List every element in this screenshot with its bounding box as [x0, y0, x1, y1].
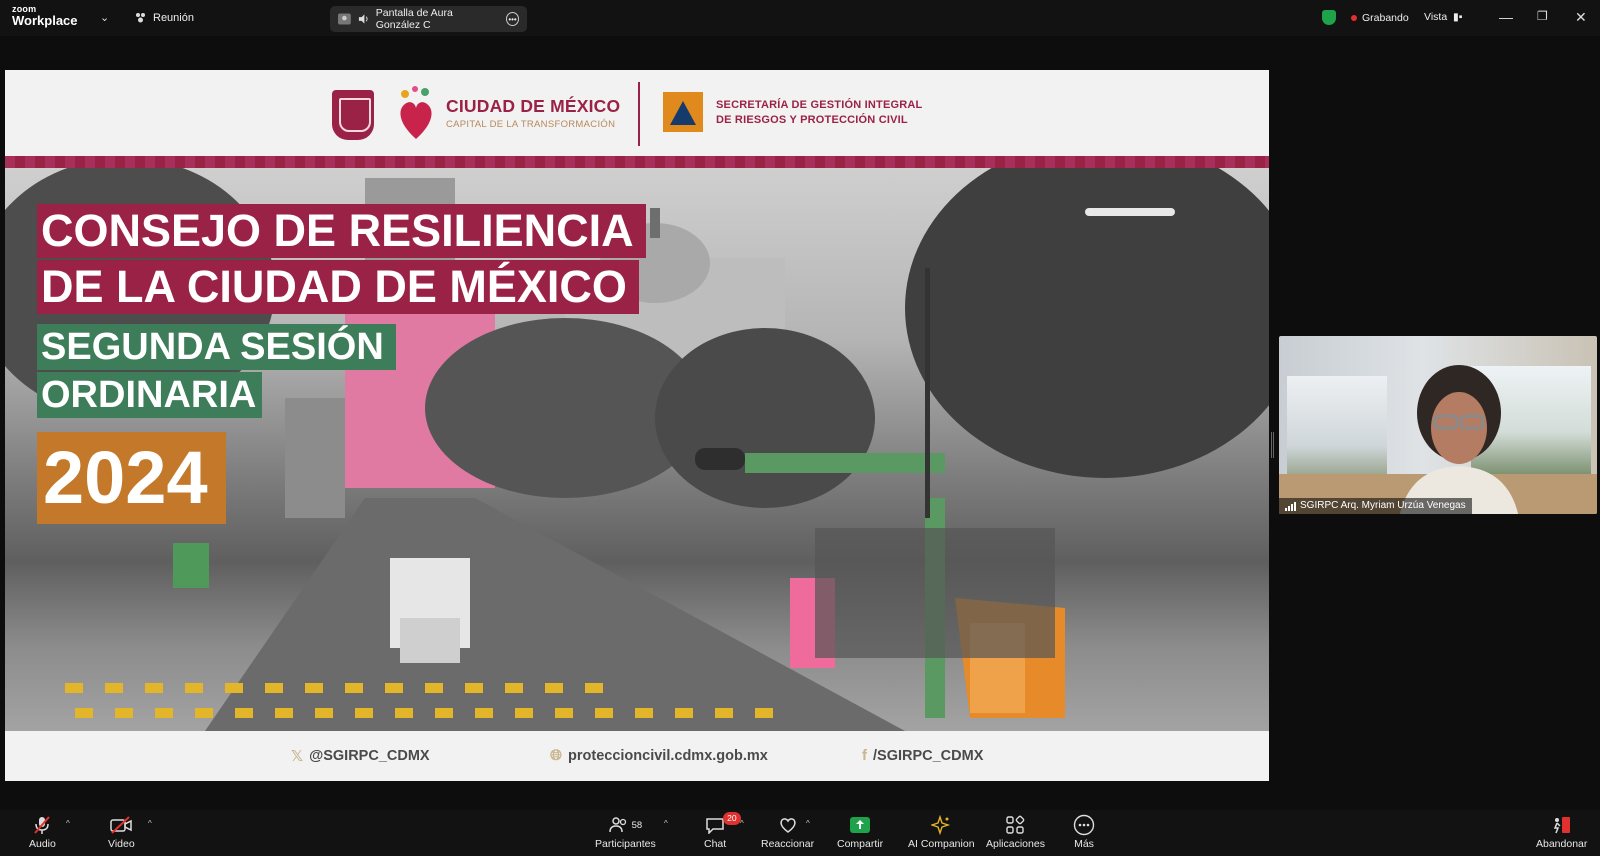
more-label: Más [1074, 838, 1094, 850]
slide-title-line-1: CONSEJO DE RESILIENCIA [37, 204, 646, 258]
apps-button[interactable]: Aplicaciones [986, 814, 1045, 850]
secretariat-name: SECRETARÍA DE GESTIÓN INTEGRAL DE RIESGO… [716, 98, 922, 128]
leave-button[interactable]: Abandonar [1536, 814, 1587, 850]
ai-companion-button[interactable]: AI Companion [908, 814, 975, 850]
shared-slide: CIUDAD DE MÉXICO CAPITAL DE LA TRANSFORM… [5, 70, 1269, 781]
view-label: Vista [1424, 11, 1448, 23]
participants-label: Participantes [595, 838, 656, 850]
panel-resize-handle[interactable] [1271, 432, 1274, 458]
x-logo-icon: 𝕏 [291, 748, 304, 765]
leave-door-icon [1553, 817, 1570, 834]
view-button[interactable]: Vista ▮▪ [1424, 11, 1463, 23]
video-options-chevron-icon[interactable]: ^ [148, 819, 152, 828]
globe-icon: 🌐︎ [550, 747, 563, 764]
meeting-toolbar: Audio ^ Video ^ 58 Participantes ^ 20 Ch… [0, 810, 1600, 856]
audio-button[interactable]: Audio [29, 814, 56, 850]
slide-subtitle-line-1: SEGUNDA SESIÓN [37, 324, 396, 370]
meeting-info-button[interactable]: Reunión [134, 11, 194, 24]
pattern-band [5, 156, 1269, 168]
website-text: proteccioncivil.cdmx.gob.mx [568, 747, 768, 764]
screen-share-indicator[interactable]: Pantalla de Aura González C ••• [330, 6, 527, 32]
top-bar: zoom Workplace ⌄ Reunión Pantalla de Aur… [0, 0, 1600, 36]
secretariat-line-1: SECRETARÍA DE GESTIÓN INTEGRAL [716, 99, 923, 111]
participants-button[interactable]: 58 Participantes [595, 814, 656, 850]
zoom-workplace-logo[interactable]: zoom Workplace [12, 5, 78, 28]
camera-off-icon [110, 816, 133, 834]
video-background-window [1287, 376, 1387, 476]
participant-video-tile[interactable]: SGIRPC Arq. Myriam Urzúa Venegas [1279, 336, 1597, 514]
org-tagline: CAPITAL DE LA TRANSFORMACIÓN [446, 119, 616, 130]
more-dots-icon [1073, 814, 1095, 836]
leave-label: Abandonar [1536, 838, 1588, 850]
view-layout-icon: ▮▪ [1450, 11, 1463, 23]
slide-year: 2024 [37, 432, 226, 524]
participants-count: 58 [631, 819, 643, 831]
org-name: CIUDAD DE MÉXICO [446, 96, 621, 116]
share-label: Pantalla de Aura González C [375, 7, 453, 31]
civil-protection-logo-icon [663, 92, 703, 132]
slide-title-line-2: DE LA CIUDAD DE MÉXICO [37, 260, 639, 314]
connection-signal-icon [1285, 501, 1296, 511]
chat-unread-badge: 20 [723, 812, 741, 825]
cdmx-seal-icon [332, 90, 374, 140]
header-divider [638, 82, 640, 146]
heart-emblem-icon [400, 86, 432, 139]
participants-icon [608, 817, 626, 833]
apps-grid-icon [1006, 815, 1025, 834]
participants-options-chevron-icon[interactable]: ^ [664, 819, 668, 828]
slide-header: CIUDAD DE MÉXICO CAPITAL DE LA TRANSFORM… [5, 70, 1269, 156]
chat-button[interactable]: 20 Chat [704, 812, 741, 850]
meeting-label: Reunión [153, 11, 194, 24]
chat-label: Chat [704, 838, 727, 850]
react-label: Reaccionar [761, 838, 815, 850]
facebook-text: /SGIRPC_CDMX [873, 747, 984, 764]
more-options-icon[interactable]: ••• [506, 12, 519, 26]
share-screen-button[interactable]: Compartir [837, 814, 883, 850]
minimize-icon[interactable]: — [1499, 9, 1513, 25]
x-handle-text: @SGIRPC_CDMX [309, 748, 430, 764]
brand-bottom: Workplace [12, 13, 78, 28]
chevron-down-icon[interactable]: ⌄ [100, 11, 109, 24]
microphone-muted-icon [34, 816, 51, 834]
more-button[interactable]: Más [1073, 814, 1095, 850]
video-button[interactable]: Video [108, 814, 135, 850]
chat-options-chevron-icon[interactable]: ^ [740, 819, 744, 828]
close-icon[interactable]: ✕ [1575, 9, 1587, 26]
share-screen-icon [850, 817, 871, 833]
secretariat-line-2: DE RIESGOS Y PROTECCIÓN CIVIL [716, 114, 908, 126]
sparkle-icon [931, 815, 951, 835]
heart-icon [779, 818, 796, 833]
presenter-avatar-icon [338, 13, 351, 25]
recording-indicator[interactable]: Grabando [1351, 12, 1409, 24]
chat-icon [706, 818, 724, 834]
slide-subtitle-line-2: ORDINARIA [37, 372, 263, 418]
participant-figure [1400, 365, 1518, 514]
share-label: Compartir [837, 838, 884, 850]
audio-label: Audio [29, 838, 56, 850]
speaker-icon [358, 14, 368, 24]
apps-label: Aplicaciones [986, 838, 1045, 850]
slide-footer: 𝕏 @SGIRPC_CDMX 🌐︎ proteccioncivil.cdmx.g… [5, 731, 1269, 781]
footer-website: 🌐︎ proteccioncivil.cdmx.gob.mx [550, 747, 768, 764]
footer-x-handle: 𝕏 @SGIRPC_CDMX [291, 747, 430, 765]
audio-options-chevron-icon[interactable]: ^ [66, 819, 70, 828]
facebook-icon: f [862, 747, 867, 764]
react-options-chevron-icon[interactable]: ^ [806, 819, 810, 828]
recording-label: Grabando [1362, 12, 1409, 24]
ai-companion-label: AI Companion [908, 838, 975, 850]
participant-name-label: SGIRPC Arq. Myriam Urzúa Venegas [1279, 498, 1472, 514]
security-shield-icon[interactable] [1322, 10, 1336, 25]
restore-icon[interactable]: ❐ [1537, 9, 1548, 23]
video-label: Video [108, 838, 135, 850]
meeting-icon [136, 13, 145, 23]
footer-facebook: f /SGIRPC_CDMX [862, 747, 983, 764]
recording-dot-icon [1351, 15, 1357, 21]
participant-name: SGIRPC Arq. Myriam Urzúa Venegas [1300, 500, 1466, 511]
